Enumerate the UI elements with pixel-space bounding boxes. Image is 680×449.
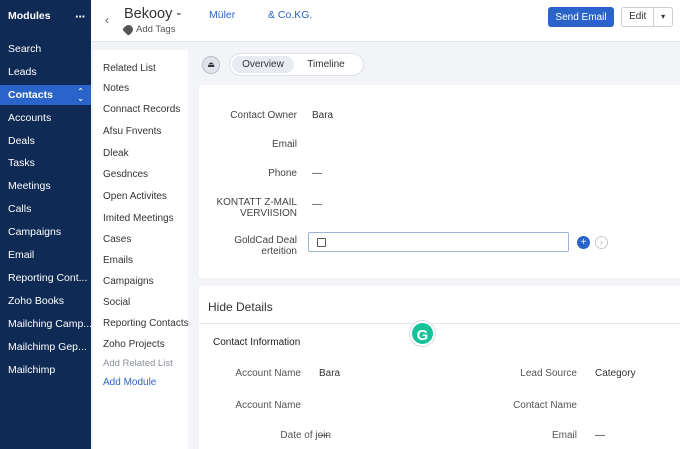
phone-label: Phone xyxy=(268,168,297,179)
tab-overview[interactable]: Overview xyxy=(232,56,294,73)
related-item-social[interactable]: Social xyxy=(103,297,130,308)
tab-timeline[interactable]: Timeline xyxy=(294,56,358,73)
view-tabs: Overview Timeline xyxy=(229,53,364,76)
nav-item-calls[interactable]: Calls xyxy=(0,199,91,219)
detail-label: Account Name xyxy=(235,400,301,411)
nav-item-deals[interactable]: Deals xyxy=(0,131,91,151)
nav-item-mailching-campaigns[interactable]: Mailching Camp... xyxy=(0,314,91,334)
edit-button-group[interactable]: Edit ▾ xyxy=(621,7,673,27)
detail-label: Lead Source xyxy=(520,368,577,379)
related-list-panel: Related List Notes Connact Records Afsu … xyxy=(93,50,189,449)
nav-item-accounts[interactable]: Accounts xyxy=(0,108,91,128)
related-item-connact-records[interactable]: Connact Records xyxy=(103,104,180,115)
detail-label: Email xyxy=(551,430,577,441)
goldcad-deal-lookup-field[interactable] xyxy=(308,232,569,252)
record-title-part3: & Co.KG. xyxy=(268,9,313,21)
send-email-button[interactable]: Send Email xyxy=(548,7,614,27)
nav-item-zoho-books[interactable]: Zoho Books xyxy=(0,291,91,311)
kontatt-value[interactable]: — xyxy=(312,199,322,210)
record-title-part2: Müler xyxy=(209,9,236,21)
contact-owner-label: Contact Owner xyxy=(230,110,297,121)
chevron-down-icon[interactable]: ▾ xyxy=(654,8,672,26)
related-item-afsu-fnvents[interactable]: Afsu Fnvents xyxy=(103,126,161,137)
divider xyxy=(199,323,680,324)
add-plus-icon[interactable]: + xyxy=(577,236,590,249)
nav-item-campaigns[interactable]: Campaigns xyxy=(0,222,91,242)
nav-item-leads[interactable]: Leads xyxy=(0,62,91,82)
edit-button[interactable]: Edit xyxy=(622,8,655,26)
related-list-heading[interactable]: Related List xyxy=(103,63,156,74)
modules-sidebar: Modules ··· Search Leads Contacts ⌃ ⌄ Acco… xyxy=(0,0,91,449)
nav-item-search[interactable]: Search xyxy=(0,39,91,59)
add-module-link[interactable]: Add Module xyxy=(103,377,156,388)
detail-value[interactable]: Bara xyxy=(319,368,340,379)
detail-value[interactable]: — xyxy=(319,430,329,441)
kontatt-label-line2: VERVIISION xyxy=(239,208,297,219)
nav-item-tasks[interactable]: Tasks xyxy=(0,153,91,173)
related-item-reporting-contacts[interactable]: Reporting Contacts xyxy=(103,318,189,329)
lookup-checkbox-icon[interactable] xyxy=(317,238,326,247)
related-item-zoho-projects[interactable]: Zoho Projects xyxy=(103,339,165,350)
detail-label: Account Name xyxy=(235,368,301,379)
nav-item-reporting-contacts[interactable]: Reporting Cont... xyxy=(0,268,91,288)
modules-title: Modules xyxy=(8,10,51,22)
add-tags-link[interactable]: Add Tags xyxy=(122,23,175,36)
contact-owner-value[interactable]: Bara xyxy=(312,110,333,121)
related-item-emails[interactable]: Emails xyxy=(103,255,133,266)
nav-item-meetings[interactable]: Meetings xyxy=(0,176,91,196)
nav-item-contacts[interactable]: Contacts ⌃ ⌄ xyxy=(0,85,91,105)
detail-value[interactable]: — xyxy=(595,430,605,441)
related-item-dleak[interactable]: Dleak xyxy=(103,148,129,159)
grammarly-icon[interactable]: G xyxy=(410,321,435,346)
more-icon[interactable]: ··· xyxy=(75,9,86,24)
nav-item-mailchimp-gep[interactable]: Mailchimp Gep... xyxy=(0,337,91,357)
related-item-imited-meetings[interactable]: Imited Meetings xyxy=(103,213,174,224)
tag-icon xyxy=(122,23,135,36)
details-section: Hide Details Contact Information Account… xyxy=(199,286,680,449)
related-item-cases[interactable]: Cases xyxy=(103,234,131,245)
related-item-notes[interactable]: Notes xyxy=(103,83,129,94)
nav-item-mailchimp[interactable]: Mailchimp xyxy=(0,360,91,380)
record-header: ‹ Bekooy - Müler & Co.KG. Add Tags Send … xyxy=(91,0,680,42)
related-item-campaigns[interactable]: Campaigns xyxy=(103,276,154,287)
sort-chevrons-icon[interactable]: ⌃ ⌄ xyxy=(77,88,84,103)
collapse-eject-icon[interactable]: ⏏ xyxy=(202,56,220,74)
related-item-gesdnces[interactable]: Gesdnces xyxy=(103,169,148,180)
nav-item-email[interactable]: Email xyxy=(0,245,91,265)
modules-header: Modules ··· xyxy=(0,0,91,32)
chevron-right-icon[interactable]: › xyxy=(595,236,608,249)
related-item-open-activites[interactable]: Open Activites xyxy=(103,191,167,202)
detail-label: Contact Name xyxy=(513,400,577,411)
add-related-list-link[interactable]: Add Related List xyxy=(103,358,173,369)
back-arrow-icon[interactable]: ‹ xyxy=(105,13,109,27)
detail-value[interactable]: Category xyxy=(595,368,636,379)
contact-summary-card: Contact Owner Bara Email Phone — KONTATT… xyxy=(199,85,680,278)
hide-details-toggle[interactable]: Hide Details xyxy=(208,300,273,314)
goldcad-label-line2: erteition xyxy=(261,246,297,257)
contact-information-heading: Contact Information xyxy=(213,337,301,348)
record-title: Bekooy - xyxy=(124,6,182,22)
email-label: Email xyxy=(271,139,297,150)
phone-value[interactable]: — xyxy=(312,168,322,179)
